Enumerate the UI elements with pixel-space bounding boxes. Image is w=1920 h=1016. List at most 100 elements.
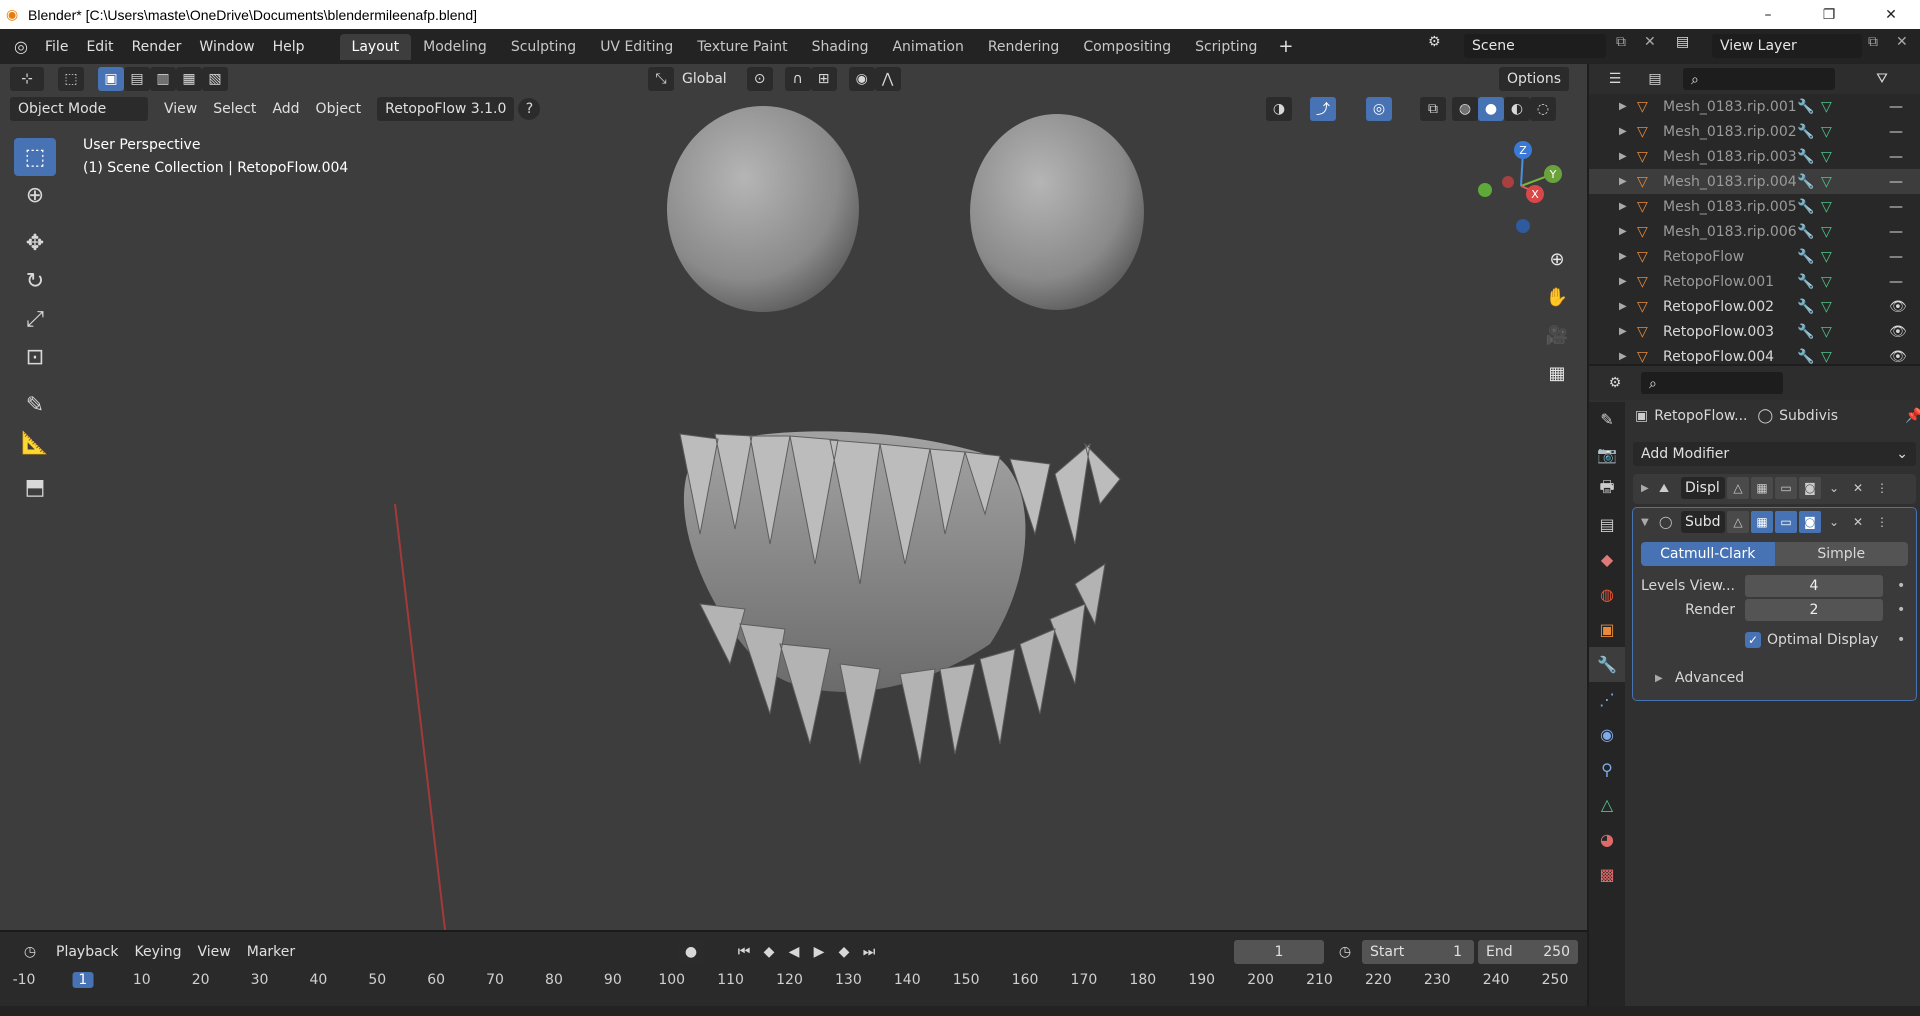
transform-orientation-icon[interactable]: ⤡ xyxy=(648,67,674,91)
visibility-icon[interactable]: ◑ xyxy=(1266,97,1292,121)
3d-viewport[interactable]: ⊹ ⬚ ▣ ▤ ▥ ▦ ▧ ⤡ Global ⊙ ∩ ⊞ ◉ ⋀ Options… xyxy=(0,64,1587,930)
transform-orientation-dropdown[interactable]: Global xyxy=(674,67,735,91)
output-tab-icon[interactable]: 🖶 xyxy=(1589,472,1625,507)
pan-hand-icon[interactable]: ✋ xyxy=(1539,280,1575,314)
material-shading-icon[interactable]: ◐ xyxy=(1504,97,1530,121)
expand-arrow-icon[interactable]: ▶ xyxy=(1619,101,1633,112)
move-tool-icon[interactable]: ✥ xyxy=(14,224,56,262)
frame-ruler[interactable]: -10 1 10 20 30 40 50 60 70 80 90 100 110 120 130 140 150… xyxy=(0,972,1587,994)
outliner-row[interactable]: ▶ ▽ Mesh_0183.rip.002 🔧 ▽ — xyxy=(1589,119,1920,144)
render-levels-field[interactable]: 2 xyxy=(1745,599,1883,621)
render-toggle-icon[interactable]: ◙ xyxy=(1799,477,1821,499)
menu-playback[interactable]: Playback xyxy=(48,940,126,964)
visibility-eye-icon[interactable]: 👁 xyxy=(1889,324,1907,340)
close-window-button[interactable]: ✕ xyxy=(1868,0,1914,29)
modifier-wrench-icon[interactable]: 🔧 xyxy=(1797,249,1814,265)
tab-scripting[interactable]: Scripting xyxy=(1183,34,1269,60)
visibility-eye-icon[interactable]: — xyxy=(1889,124,1903,140)
tool-tab-icon[interactable]: ✎ xyxy=(1589,402,1625,437)
record-icon[interactable]: ● xyxy=(678,940,704,964)
modifier-wrench-icon[interactable]: 🔧 xyxy=(1797,299,1814,315)
menu-edit[interactable]: Edit xyxy=(77,35,122,59)
particles-tab-icon[interactable]: ⋰ xyxy=(1589,682,1625,717)
delete-modifier-icon[interactable]: ✕ xyxy=(1847,477,1869,499)
start-frame-field[interactable]: Start 1 xyxy=(1362,940,1474,964)
delete-modifier-icon[interactable]: ✕ xyxy=(1847,511,1869,533)
view-layer-tab-icon[interactable]: ▤ xyxy=(1589,507,1625,542)
scene-icon[interactable]: ⚙ xyxy=(1428,34,1441,50)
properties-search-input[interactable]: ⌕ xyxy=(1641,372,1783,394)
editor-type-icon[interactable]: ⊹ xyxy=(10,67,44,91)
timeline-editor-type-icon[interactable]: ◷ xyxy=(12,940,48,964)
blender-menu-icon[interactable]: ◎ xyxy=(6,37,36,56)
outliner-row[interactable]: ▶ ▽ Mesh_0183.rip.006 🔧 ▽ — xyxy=(1589,219,1920,244)
minimize-button[interactable]: – xyxy=(1745,0,1791,29)
tab-animation[interactable]: Animation xyxy=(880,34,975,60)
jump-start-icon[interactable]: ⏮ xyxy=(731,940,757,964)
simple-button[interactable]: Simple xyxy=(1774,542,1908,566)
wireframe-shading-icon[interactable]: ◍ xyxy=(1452,97,1478,121)
modifier-wrench-icon[interactable]: 🔧 xyxy=(1797,224,1814,240)
gizmo-toggle-icon[interactable]: ⤴ xyxy=(1310,97,1336,121)
ortho-toggle-icon[interactable]: ▦ xyxy=(1539,356,1575,390)
modifier-wrench-icon[interactable]: 🔧 xyxy=(1797,199,1814,215)
viewport-toggle-icon[interactable]: ▭ xyxy=(1775,511,1797,533)
texture-tab-icon[interactable]: ▩ xyxy=(1589,857,1625,892)
mesh-data-icon[interactable]: ▽ xyxy=(1821,299,1832,315)
select-box-intersect-icon[interactable]: ▧ xyxy=(202,67,228,91)
modifier-wrench-icon[interactable]: 🔧 xyxy=(1797,174,1814,190)
outliner-row[interactable]: ▶ ▽ Mesh_0183.rip.001 🔧 ▽ — xyxy=(1589,94,1920,119)
modifier-name-field[interactable]: Subd xyxy=(1681,511,1725,533)
visibility-eye-icon[interactable]: — xyxy=(1889,99,1903,115)
menu-render[interactable]: Render xyxy=(123,35,191,59)
tab-compositing[interactable]: Compositing xyxy=(1071,34,1183,60)
outliner-row[interactable]: ▶ ▽ Mesh_0183.rip.003 🔧 ▽ — xyxy=(1589,144,1920,169)
mesh-data-icon[interactable]: ▽ xyxy=(1821,274,1832,290)
select-box-extend-icon[interactable]: ▤ xyxy=(124,67,150,91)
keyframe-dot-icon[interactable]: • xyxy=(1897,578,1905,594)
scene-tab-icon[interactable]: ◆ xyxy=(1589,542,1625,577)
view-layer-icon[interactable]: ▤ xyxy=(1676,34,1689,50)
material-tab-icon[interactable]: ◕ xyxy=(1589,822,1625,857)
cage-toggle-icon[interactable]: ▦ xyxy=(1751,511,1773,533)
maximize-button[interactable]: ❐ xyxy=(1806,0,1852,29)
rotate-tool-icon[interactable]: ↻ xyxy=(14,262,56,300)
pin-icon[interactable]: 📌 xyxy=(1905,408,1920,424)
add-modifier-dropdown[interactable]: Add Modifier ⌄ xyxy=(1633,442,1916,466)
tab-rendering[interactable]: Rendering xyxy=(976,34,1072,60)
outliner-row[interactable]: ▶ ▽ RetopoFlow.002 🔧 ▽ 👁 xyxy=(1589,294,1920,319)
next-keyframe-icon[interactable]: ◆ xyxy=(831,940,857,964)
visibility-eye-icon[interactable]: — xyxy=(1889,249,1903,265)
mesh-data-icon[interactable]: ▽ xyxy=(1821,249,1832,265)
menu-keying[interactable]: Keying xyxy=(126,940,189,964)
visibility-eye-icon[interactable]: 👁 xyxy=(1889,299,1907,315)
jump-end-icon[interactable]: ⏭ xyxy=(856,940,882,964)
modifier-menu-icon[interactable]: ⌄ xyxy=(1823,477,1845,499)
current-frame-field[interactable]: 1 xyxy=(1234,940,1324,964)
edit-mode-toggle-icon[interactable]: △ xyxy=(1727,477,1749,499)
new-view-layer-icon[interactable]: ⧉ xyxy=(1868,34,1878,50)
object-tab-icon[interactable]: ▣ xyxy=(1589,612,1625,647)
menu-marker[interactable]: Marker xyxy=(239,940,303,964)
use-preview-range-icon[interactable]: ◷ xyxy=(1332,940,1358,964)
constraints-tab-icon[interactable]: ⚲ xyxy=(1589,752,1625,787)
navigation-gizmo[interactable]: Z Y X xyxy=(1475,134,1565,234)
viewport-toggle-icon[interactable]: ▭ xyxy=(1775,477,1797,499)
annotate-tool-icon[interactable]: ✎ xyxy=(14,386,56,424)
display-mode-icon[interactable]: ▤ xyxy=(1637,67,1673,91)
levels-viewport-field[interactable]: 4 xyxy=(1745,575,1883,597)
menu-add[interactable]: Add xyxy=(264,97,307,121)
visibility-eye-icon[interactable]: — xyxy=(1889,224,1903,240)
drag-handle-icon[interactable]: ⋮ xyxy=(1871,477,1893,499)
add-cube-tool-icon[interactable]: ⬒ xyxy=(14,468,56,506)
transform-tool-icon[interactable]: ⊡ xyxy=(14,338,56,376)
menu-object[interactable]: Object xyxy=(308,97,370,121)
end-frame-field[interactable]: End 250 xyxy=(1478,940,1578,964)
retopoflow-menu[interactable]: RetopoFlow 3.1.0 xyxy=(377,97,515,121)
tab-modeling[interactable]: Modeling xyxy=(411,34,499,60)
cage-toggle-icon[interactable]: ▦ xyxy=(1751,477,1773,499)
proportional-edit-icon[interactable]: ◉ xyxy=(848,67,875,91)
mesh-data-icon[interactable]: ▽ xyxy=(1821,199,1832,215)
render-tab-icon[interactable]: 📷 xyxy=(1589,437,1625,472)
menu-select[interactable]: Select xyxy=(205,97,264,121)
